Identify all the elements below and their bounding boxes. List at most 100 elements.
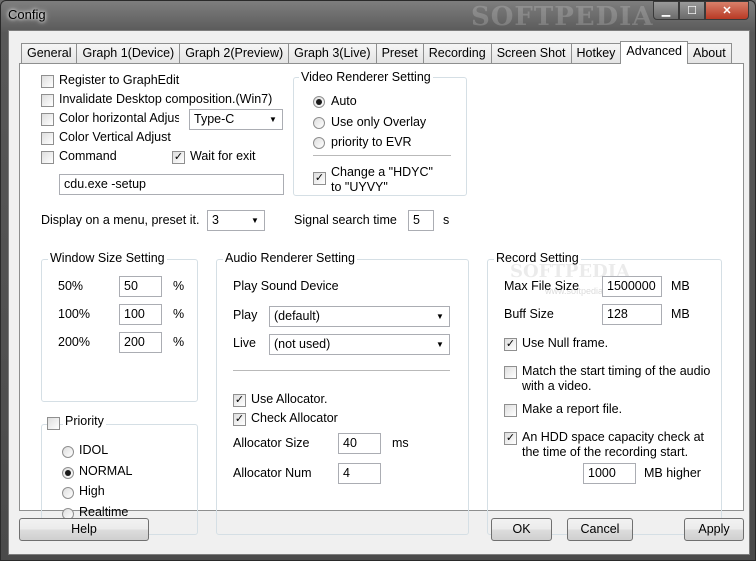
chevron-down-icon: ▼ bbox=[436, 312, 444, 321]
menu-preset-select[interactable]: 3 ▼ bbox=[207, 210, 265, 231]
play-label: Play bbox=[233, 308, 258, 322]
hdd-check-label-line2: the time of the recording start. bbox=[522, 445, 689, 459]
command-label: Command bbox=[59, 149, 117, 163]
buff-size-unit: MB bbox=[671, 307, 690, 321]
size-200-input[interactable]: 200 bbox=[119, 332, 162, 353]
size-50-input[interactable]: 50 bbox=[119, 276, 162, 297]
color-horizontal-checkbox[interactable] bbox=[41, 113, 54, 126]
size-200-label: 200% bbox=[58, 335, 90, 349]
tab-strip: General Graph 1(Device) Graph 2(Preview)… bbox=[21, 41, 732, 64]
video-overlay-label: Use only Overlay bbox=[331, 115, 427, 129]
record-setting-group bbox=[487, 259, 722, 535]
window-size-title: Window Size Setting bbox=[48, 251, 167, 265]
tab-advanced[interactable]: Advanced bbox=[620, 41, 689, 64]
wait-exit-checkbox[interactable]: ✓ bbox=[172, 151, 185, 164]
report-file-label: Make a report file. bbox=[522, 402, 623, 416]
allocator-num-input[interactable]: 4 bbox=[338, 463, 381, 484]
hdd-check-label-line1: An HDD space capacity check at bbox=[522, 430, 705, 444]
color-vertical-checkbox[interactable] bbox=[41, 132, 54, 145]
priority-checkbox[interactable] bbox=[47, 417, 60, 430]
audio-divider bbox=[233, 370, 450, 371]
hdyc-checkbox[interactable]: ✓ bbox=[313, 172, 326, 185]
allocator-size-label: Allocator Size bbox=[233, 436, 310, 450]
play-device-select[interactable]: (default) ▼ bbox=[269, 306, 450, 327]
hdd-check-checkbox[interactable]: ✓ bbox=[504, 432, 517, 445]
max-file-size-label: Max File Size bbox=[504, 279, 580, 293]
dialog-client: General Graph 1(Device) Graph 2(Preview)… bbox=[8, 30, 750, 555]
audio-renderer-title: Audio Renderer Setting bbox=[223, 251, 357, 265]
match-timing-checkbox[interactable] bbox=[504, 366, 517, 379]
tab-graph3[interactable]: Graph 3(Live) bbox=[288, 43, 377, 64]
live-device-value: (not used) bbox=[274, 337, 331, 351]
priority-high-radio[interactable] bbox=[62, 487, 74, 499]
color-horizontal-label: Color horizontal Adjust bbox=[59, 111, 179, 125]
close-button[interactable]: ✕ bbox=[705, 1, 749, 20]
tab-screenshot[interactable]: Screen Shot bbox=[490, 43, 572, 64]
menu-preset-label: Display on a menu, preset it. bbox=[41, 213, 200, 227]
command-checkbox[interactable] bbox=[41, 151, 54, 164]
signal-search-label: Signal search time bbox=[294, 213, 397, 227]
buff-size-label: Buff Size bbox=[504, 307, 554, 321]
priority-normal-radio[interactable] bbox=[62, 467, 74, 479]
video-evr-radio[interactable] bbox=[313, 137, 325, 149]
max-file-size-input[interactable]: 1500000 bbox=[602, 276, 662, 297]
size-100-unit: % bbox=[173, 307, 185, 321]
color-horizontal-select[interactable]: Type-C ▼ bbox=[189, 109, 283, 130]
use-allocator-checkbox[interactable]: ✓ bbox=[233, 394, 246, 407]
priority-idol-label: IDOL bbox=[79, 443, 109, 457]
maximize-button[interactable]: ☐ bbox=[679, 1, 705, 20]
apply-button[interactable]: Apply bbox=[684, 518, 744, 541]
caption-buttons: ▁ ☐ ✕ bbox=[653, 1, 749, 20]
register-graphedit-label: Register to GraphEdit bbox=[59, 73, 180, 87]
check-allocator-checkbox[interactable]: ✓ bbox=[233, 413, 246, 426]
buff-size-input[interactable]: 128 bbox=[602, 304, 662, 325]
cancel-button[interactable]: Cancel bbox=[567, 518, 633, 541]
size-100-label: 100% bbox=[58, 307, 90, 321]
color-vertical-label: Color Vertical Adjust bbox=[59, 130, 171, 144]
check-allocator-label: Check Allocator bbox=[251, 411, 338, 425]
match-timing-label-line2: with a video. bbox=[522, 379, 592, 393]
priority-high-label: High bbox=[79, 484, 105, 498]
ok-button[interactable]: OK bbox=[491, 518, 552, 541]
advanced-panel: Register to GraphEdit Invalidate Desktop… bbox=[19, 63, 744, 535]
size-50-label: 50% bbox=[58, 279, 84, 293]
priority-realtime-label: Realtime bbox=[79, 505, 129, 519]
help-button[interactable]: Help bbox=[19, 518, 149, 541]
tab-about[interactable]: About bbox=[687, 43, 732, 64]
video-auto-radio[interactable] bbox=[313, 96, 325, 108]
command-input[interactable]: cdu.exe -setup bbox=[59, 174, 284, 195]
tab-preset[interactable]: Preset bbox=[375, 43, 424, 64]
tab-hotkey[interactable]: Hotkey bbox=[570, 43, 622, 64]
checkmark-icon: ✓ bbox=[234, 394, 245, 406]
null-frame-label: Use Null frame. bbox=[522, 336, 609, 350]
checkmark-icon: ✓ bbox=[505, 338, 516, 350]
tab-general[interactable]: General bbox=[21, 43, 78, 64]
close-icon: ✕ bbox=[722, 5, 732, 17]
size-100-input[interactable]: 100 bbox=[119, 304, 162, 325]
color-horizontal-value: Type-C bbox=[194, 112, 235, 126]
chevron-down-icon: ▼ bbox=[436, 340, 444, 349]
minimize-icon: ▁ bbox=[661, 5, 671, 17]
minimize-button[interactable]: ▁ bbox=[653, 1, 679, 20]
maximize-icon: ☐ bbox=[687, 5, 697, 17]
title-watermark: SOFTPEDIA bbox=[471, 2, 654, 32]
priority-normal-label: NORMAL bbox=[79, 464, 133, 478]
invalidate-desktop-checkbox[interactable] bbox=[41, 94, 54, 107]
signal-search-input[interactable]: 5 bbox=[408, 210, 434, 231]
tab-graph2[interactable]: Graph 2(Preview) bbox=[179, 43, 290, 64]
max-file-size-unit: MB bbox=[671, 279, 690, 293]
report-file-checkbox[interactable] bbox=[504, 404, 517, 417]
video-overlay-radio[interactable] bbox=[313, 117, 325, 129]
register-graphedit-checkbox[interactable] bbox=[41, 75, 54, 88]
allocator-size-input[interactable]: 40 bbox=[338, 433, 381, 454]
hdyc-label-line2: to "UYVY" bbox=[331, 180, 388, 194]
hdd-space-input[interactable]: 1000 bbox=[583, 463, 636, 484]
live-device-select[interactable]: (not used) ▼ bbox=[269, 334, 450, 355]
priority-idol-radio[interactable] bbox=[62, 446, 74, 458]
null-frame-checkbox[interactable]: ✓ bbox=[504, 338, 517, 351]
hdd-space-unit: MB higher bbox=[644, 466, 701, 480]
tab-recording[interactable]: Recording bbox=[422, 43, 492, 64]
tab-graph1[interactable]: Graph 1(Device) bbox=[76, 43, 181, 64]
video-evr-label: priority to EVR bbox=[331, 135, 412, 149]
priority-title: Priority bbox=[63, 414, 106, 428]
